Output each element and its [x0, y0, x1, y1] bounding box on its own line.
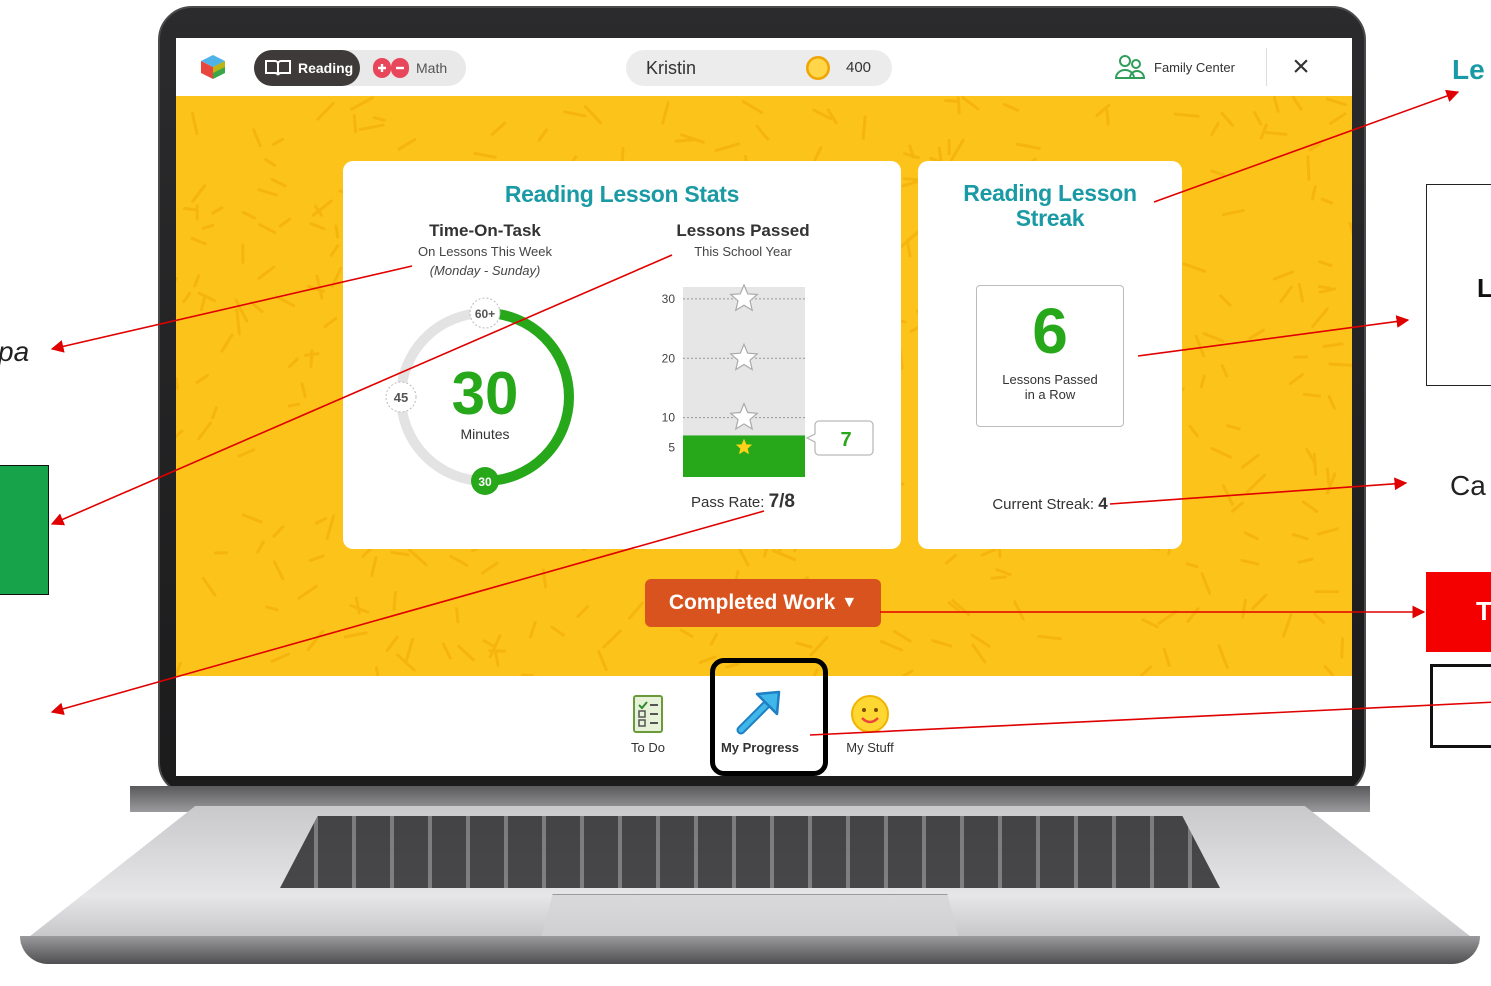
- arrow-to-right-top: [1153, 89, 1460, 203]
- annotation-arrows: [50, 89, 1491, 736]
- stage: Reading Math Kristin 400 Family Center ×…: [0, 0, 1491, 986]
- arrow-to-right-black: [809, 701, 1491, 736]
- arrow-to-left-bottom: [50, 510, 765, 716]
- arrow-to-right-box: [1137, 315, 1410, 357]
- arrow-to-right-mid: [1109, 477, 1408, 505]
- arrow-to-left-green: [50, 254, 673, 526]
- arrow-to-left-italic: [50, 265, 413, 353]
